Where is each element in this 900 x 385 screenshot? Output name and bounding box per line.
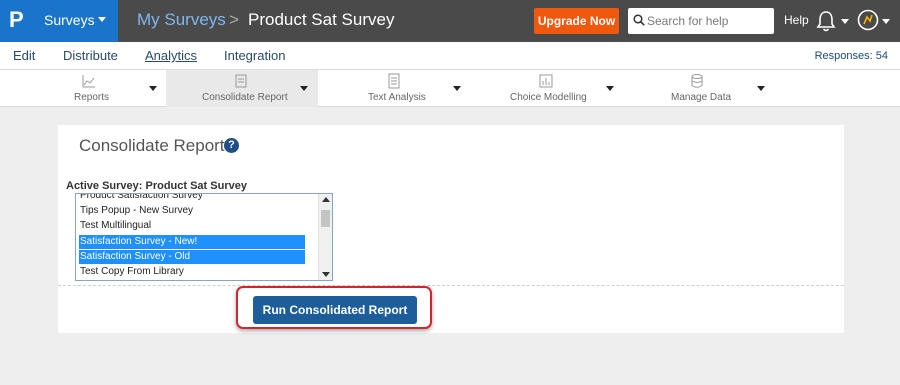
- help-search-input[interactable]: [647, 11, 769, 31]
- list-item-selected[interactable]: Satisfaction Survey - Old: [79, 250, 305, 264]
- scrollbar-thumb[interactable]: [321, 210, 330, 227]
- surveys-menu-label: Surveys: [44, 12, 95, 28]
- help-question-icon[interactable]: ?: [224, 138, 239, 153]
- consolidate-report-panel: Consolidate Report ? Active Survey: Prod…: [58, 125, 844, 333]
- surveys-menu-button[interactable]: Surveys: [36, 0, 118, 42]
- menu-edit[interactable]: Edit: [13, 48, 35, 63]
- database-icon: [691, 74, 703, 88]
- breadcrumb-my-surveys[interactable]: My Surveys: [137, 10, 226, 30]
- main-menu-bar: Edit Distribute Analytics Integration Re…: [0, 42, 900, 70]
- document-icon: [388, 73, 400, 89]
- tool-choice-modelling[interactable]: Choice Modelling: [490, 70, 620, 107]
- tool-consolidate-label: Consolidate Report: [202, 92, 288, 103]
- consolidate-icon: [235, 74, 247, 88]
- breadcrumb-separator: >: [229, 10, 239, 29]
- top-navigation-bar: P Surveys My Surveys > Product Sat Surve…: [0, 0, 900, 42]
- page-title: Consolidate Report: [79, 136, 225, 155]
- notifications-bell-icon[interactable]: [815, 9, 837, 33]
- help-search-box[interactable]: [628, 8, 774, 34]
- tool-choice-modelling-label: Choice Modelling: [510, 92, 587, 103]
- list-item[interactable]: Test Multilingual: [79, 219, 305, 233]
- menu-distribute[interactable]: Distribute: [63, 48, 118, 63]
- menu-analytics[interactable]: Analytics: [145, 48, 197, 63]
- survey-multiselect-list[interactable]: Product Satisfaction Survey Tips Popup -…: [75, 193, 333, 281]
- run-button-highlight: Run Consolidated Report: [236, 286, 432, 329]
- tool-reports-label: Reports: [74, 92, 110, 103]
- manage-data-chevron-down-icon[interactable]: [757, 86, 765, 91]
- user-avatar-icon[interactable]: [857, 9, 879, 31]
- reports-chevron-down-icon[interactable]: [149, 86, 157, 91]
- active-survey-label: Active Survey: Product Sat Survey: [66, 180, 247, 192]
- analytics-toolbar: Reports Consolidate Report Text Analysis…: [0, 70, 900, 107]
- tool-consolidate-report[interactable]: Consolidate Report: [166, 70, 318, 107]
- account-chevron-icon[interactable]: [882, 19, 890, 24]
- notifications-chevron-icon[interactable]: [841, 19, 849, 24]
- text-analysis-chevron-down-icon[interactable]: [453, 86, 461, 91]
- search-icon: [633, 14, 645, 26]
- bar-chart-icon: [539, 74, 553, 88]
- scroll-up-arrow-icon[interactable]: [322, 197, 330, 202]
- run-consolidated-report-button[interactable]: Run Consolidated Report: [253, 296, 417, 324]
- logo-letter: P: [9, 7, 24, 32]
- tool-manage-data-label: Manage Data: [671, 92, 732, 103]
- list-item[interactable]: Test Copy From Library: [79, 265, 305, 279]
- line-chart-icon: [82, 75, 95, 88]
- help-link[interactable]: Help: [784, 13, 809, 27]
- section-divider: [58, 285, 844, 286]
- scroll-down-arrow-icon[interactable]: [322, 272, 330, 277]
- list-item-selected[interactable]: Satisfaction Survey - New!: [79, 235, 305, 249]
- breadcrumb-current-survey: Product Sat Survey: [248, 10, 395, 29]
- list-item[interactable]: Product Satisfaction Survey: [79, 194, 305, 203]
- list-scrollbar[interactable]: [318, 194, 332, 280]
- tool-text-analysis-label: Text Analysis: [368, 92, 426, 103]
- choice-modelling-chevron-down-icon[interactable]: [606, 86, 614, 91]
- tool-reports[interactable]: Reports: [58, 70, 166, 107]
- chevron-down-icon: [98, 17, 106, 22]
- tool-manage-data[interactable]: Manage Data: [660, 70, 772, 107]
- responses-count: Responses: 54: [814, 50, 888, 62]
- list-item[interactable]: Tips Popup - New Survey: [79, 204, 305, 218]
- consolidate-chevron-down-icon[interactable]: [300, 86, 308, 91]
- upgrade-now-button[interactable]: Upgrade Now: [534, 8, 619, 34]
- tool-text-analysis[interactable]: Text Analysis: [330, 70, 468, 107]
- app-logo[interactable]: P: [0, 0, 36, 42]
- menu-integration[interactable]: Integration: [224, 48, 285, 63]
